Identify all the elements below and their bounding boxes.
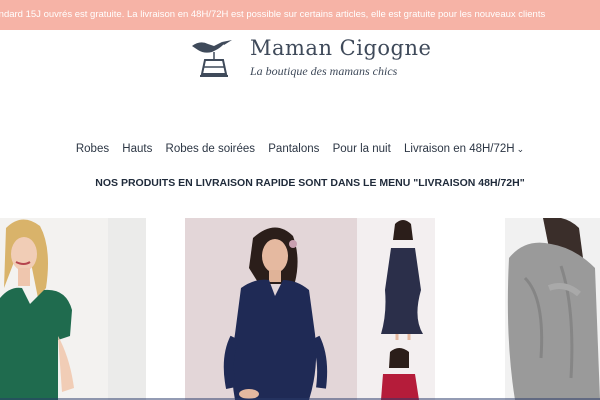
announcement-text: standard 15J ouvrés est gratuite. La liv… xyxy=(0,9,546,20)
product-image xyxy=(505,218,600,400)
nav-item-livraison-label: Livraison en 48H/72H xyxy=(404,143,515,155)
product-image xyxy=(0,218,146,400)
nav-item-pour-la-nuit[interactable]: Pour la nuit xyxy=(333,143,391,155)
chevron-down-icon: ⌄ xyxy=(516,144,525,154)
nav-item-robes-de-soirees[interactable]: Robes de soirées xyxy=(166,143,256,155)
product-card-green-top[interactable] xyxy=(0,218,146,400)
brand-header[interactable]: Maman Cigogne La boutique des mamans chi… xyxy=(188,36,448,82)
brand-name[interactable]: Maman Cigogne xyxy=(250,36,431,60)
stork-icon[interactable] xyxy=(188,36,234,80)
announcement-bar: standard 15J ouvrés est gratuite. La liv… xyxy=(0,0,600,30)
nav-item-pantalons[interactable]: Pantalons xyxy=(268,143,319,155)
product-image xyxy=(185,218,435,400)
product-card-navy-dress[interactable] xyxy=(185,218,435,400)
nav-item-livraison[interactable]: Livraison en 48H/72H ⌄ xyxy=(404,143,524,155)
promo-notice: NOS PRODUITS EN LIVRAISON RAPIDE SONT DA… xyxy=(95,177,525,189)
nav-item-hauts[interactable]: Hauts xyxy=(122,143,152,155)
main-navigation: Robes Hauts Robes de soirées Pantalons P… xyxy=(0,143,600,161)
brand-tagline: La boutique des mamans chics xyxy=(250,64,398,78)
product-card-grey-cardigan[interactable] xyxy=(505,218,600,400)
nav-item-robes[interactable]: Robes xyxy=(76,143,109,155)
